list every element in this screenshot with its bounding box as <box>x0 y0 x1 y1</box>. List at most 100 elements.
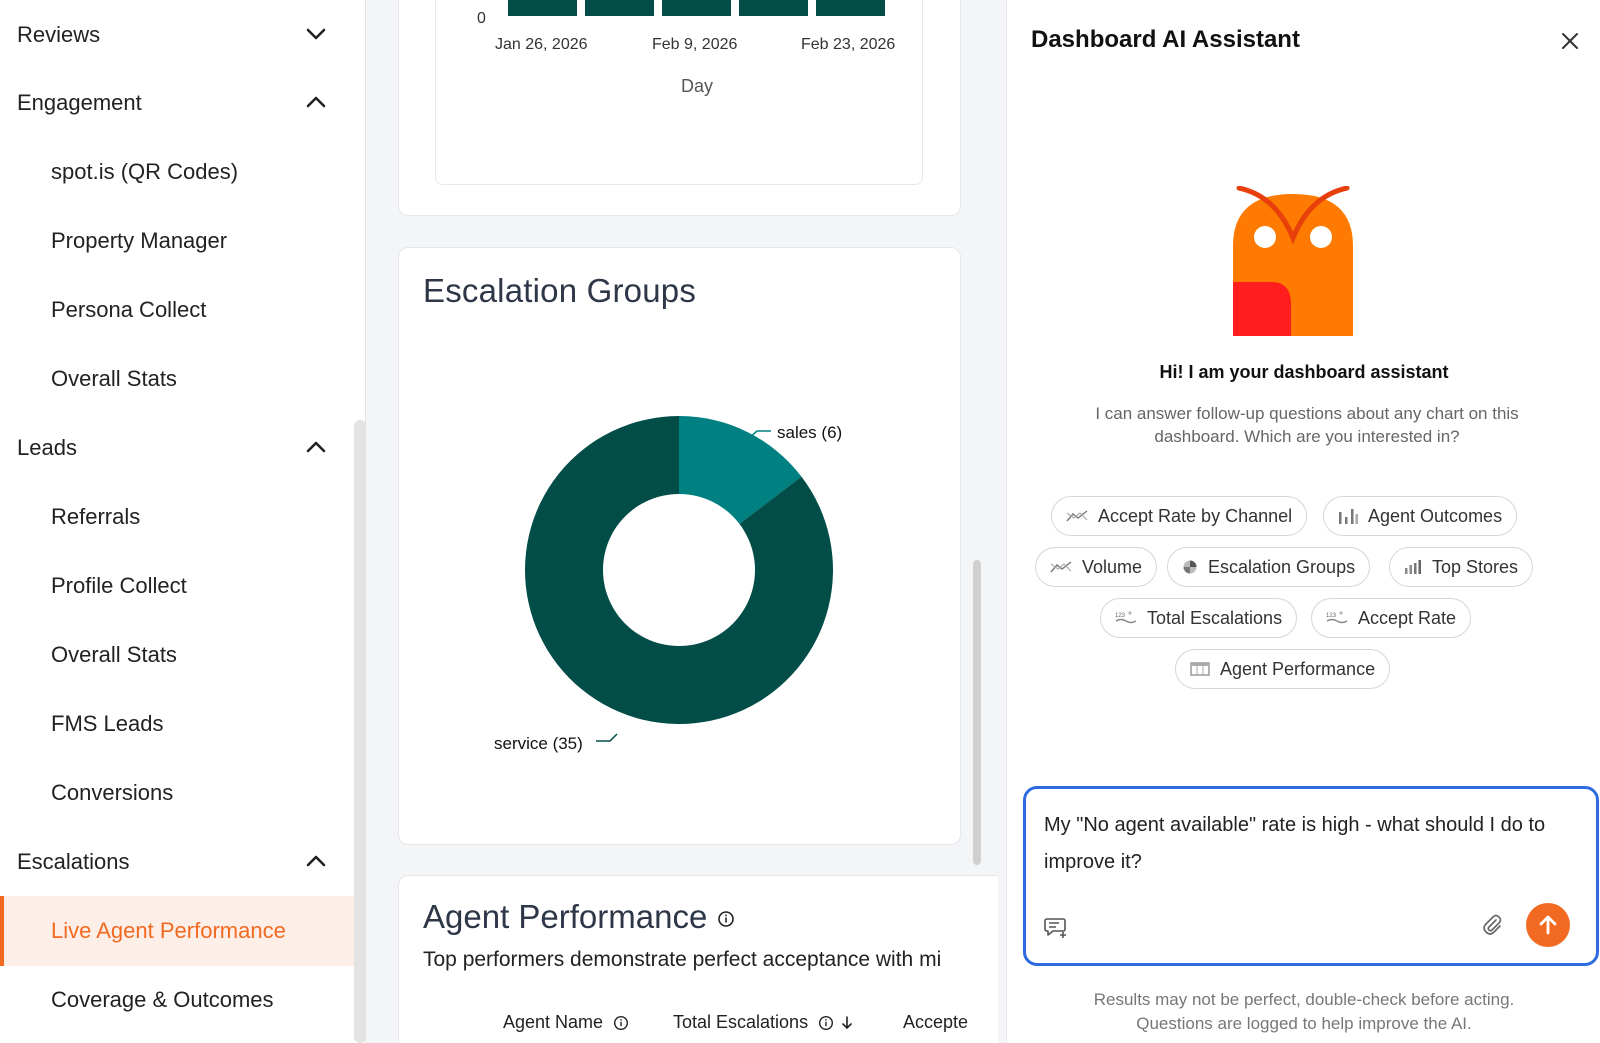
volume-chart-frame: 0 Jan 26, 2026 Feb 9, 2026 Feb 23, 2026 … <box>435 0 923 185</box>
number-icon: 123 <box>1326 611 1348 624</box>
sidebar-group-label: Engagement <box>17 90 142 115</box>
column-header-agent-name[interactable]: Agent Name <box>503 1012 629 1033</box>
assistant-description: I can answer follow-up questions about a… <box>1095 404 1519 446</box>
panel-title: Dashboard AI Assistant <box>1031 26 1300 53</box>
volume-bar[interactable] <box>585 0 654 16</box>
chat-input-box: My "No agent available" rate is high - w… <box>1023 786 1599 966</box>
chip-agent-performance[interactable]: Agent Performance <box>1175 649 1391 689</box>
disclaimer-line: Results may not be perfect, double-check… <box>1093 990 1515 1009</box>
sidebar-group-escalations[interactable]: Escalations <box>0 827 354 897</box>
slice-label-sales: sales (6) <box>777 423 842 442</box>
x-axis-label: Day <box>681 76 714 96</box>
column-header-label: Total Escalations <box>673 1012 809 1032</box>
x-tick-label: Jan 26, 2026 <box>495 36 588 53</box>
chevron-up-icon <box>306 441 326 453</box>
sidebar-item-label: Live Agent Performance <box>51 918 286 943</box>
ai-assistant-panel: Dashboard AI Assistant Hi! I am your das… <box>1006 0 1600 1043</box>
sidebar-item-referrals[interactable]: Referrals <box>0 482 354 552</box>
column-header-label: Agent Name <box>503 1012 604 1032</box>
info-icon[interactable] <box>717 910 735 928</box>
escalation-groups-donut: sales (6) service (35) <box>494 416 842 753</box>
assistant-greeting: Hi! I am your dashboard assistant <box>1159 362 1449 382</box>
escalation-groups-card: Escalation Groups sales (6) service (35) <box>398 247 961 845</box>
column-header-accepted[interactable]: Accepte <box>903 1012 968 1033</box>
assistant-mascot-icon <box>1233 186 1353 336</box>
info-icon[interactable] <box>613 1015 629 1031</box>
chip-label: Agent Performance <box>1220 658 1376 679</box>
sidebar-item-overall-stats-engagement[interactable]: Overall Stats <box>0 344 354 414</box>
svg-text:123: 123 <box>1326 613 1337 619</box>
sidebar-item-live-agent-performance[interactable]: Live Agent Performance <box>0 896 354 966</box>
new-chat-icon[interactable] <box>1044 917 1068 939</box>
bar-chart-icon <box>1405 560 1421 574</box>
chip-accept-rate[interactable]: 123 Accept Rate <box>1311 598 1472 638</box>
sidebar-item-conversions[interactable]: Conversions <box>0 758 354 828</box>
line-chart-icon <box>1050 561 1072 573</box>
send-button[interactable] <box>1526 903 1570 947</box>
sidebar-item-label: spot.is (QR Codes) <box>51 159 239 184</box>
sidebar-item-label: Persona Collect <box>51 297 207 322</box>
chip-total-escalations[interactable]: 123 Total Escalations <box>1100 598 1298 638</box>
main-content: 0 Jan 26, 2026 Feb 9, 2026 Feb 23, 2026 … <box>366 0 1006 1043</box>
chat-input[interactable]: My "No agent available" rate is high - w… <box>1044 807 1564 897</box>
chip-label: Top Stores <box>1432 556 1519 577</box>
column-header-total-escalations[interactable]: Total Escalations <box>673 1012 854 1033</box>
pie-chart-icon <box>1183 560 1197 574</box>
chip-top-stores[interactable]: Top Stores <box>1389 547 1534 587</box>
sidebar-item-label: Property Manager <box>51 228 228 253</box>
sidebar-item-spot-is[interactable]: spot.is (QR Codes) <box>0 137 354 207</box>
sidebar: Reviews Engagement spot.is (QR Codes) Pr… <box>0 0 366 1043</box>
chip-accept-rate-by-channel[interactable]: Accept Rate by Channel <box>1051 496 1308 536</box>
paperclip-icon[interactable] <box>1480 913 1504 937</box>
chevron-down-icon <box>306 28 326 40</box>
sidebar-item-profile-collect[interactable]: Profile Collect <box>0 551 354 621</box>
disclaimer: Results may not be perfect, double-check… <box>1007 988 1600 1036</box>
sidebar-item-label: Conversions <box>51 780 174 805</box>
volume-bar[interactable] <box>508 0 577 16</box>
volume-bar[interactable] <box>816 0 885 16</box>
chip-label: Total Escalations <box>1147 607 1283 628</box>
sidebar-item-label: FMS Leads <box>51 711 164 736</box>
main-scrollbar[interactable] <box>973 560 981 865</box>
sidebar-group-label: Reviews <box>17 22 101 47</box>
bar-chart-icon <box>1339 509 1358 524</box>
chip-volume[interactable]: Volume <box>1035 547 1158 587</box>
sidebar-group-reviews[interactable]: Reviews <box>0 0 354 70</box>
chevron-up-icon <box>306 855 326 867</box>
volume-chart-card: 0 Jan 26, 2026 Feb 9, 2026 Feb 23, 2026 … <box>398 0 961 216</box>
sidebar-item-property-manager[interactable]: Property Manager <box>0 206 354 276</box>
sidebar-scrollbar[interactable] <box>354 420 365 1043</box>
x-tick-label: Feb 23, 2026 <box>801 36 896 53</box>
sidebar-group-engagement[interactable]: Engagement <box>0 68 354 138</box>
x-tick-label: Feb 9, 2026 <box>652 36 738 53</box>
volume-bar[interactable] <box>739 0 808 16</box>
table-icon <box>1190 662 1210 676</box>
sidebar-item-label: Referrals <box>51 504 141 529</box>
chip-agent-outcomes[interactable]: Agent Outcomes <box>1323 496 1518 536</box>
sort-down-icon[interactable] <box>840 1015 854 1031</box>
disclaimer-line: Questions are logged to help improve the… <box>1136 1014 1472 1033</box>
sidebar-group-leads[interactable]: Leads <box>0 413 354 483</box>
sidebar-item-fms-leads[interactable]: FMS Leads <box>0 689 354 759</box>
close-icon[interactable] <box>1559 30 1581 52</box>
sidebar-item-coverage-outcomes[interactable]: Coverage & Outcomes <box>0 965 354 1035</box>
sidebar-item-label: Profile Collect <box>51 573 187 598</box>
svg-text:123: 123 <box>1115 613 1126 619</box>
chevron-up-icon <box>306 96 326 108</box>
arrow-up-icon <box>1539 915 1557 935</box>
service-leader-line <box>596 733 618 742</box>
column-header-label: Accepte <box>903 1012 969 1032</box>
chip-label: Accept Rate <box>1358 607 1457 628</box>
chip-label: Volume <box>1082 556 1143 577</box>
agent-performance-card: Agent Performance Top performers demonst… <box>398 875 998 1043</box>
sidebar-item-label: Overall Stats <box>51 642 177 667</box>
chip-escalation-groups[interactable]: Escalation Groups <box>1167 547 1371 587</box>
volume-bar[interactable] <box>662 0 731 16</box>
sidebar-item-label: Overall Stats <box>51 366 177 391</box>
sidebar-group-label: Escalations <box>17 849 130 874</box>
sidebar-item-persona-collect[interactable]: Persona Collect <box>0 275 354 345</box>
sidebar-group-label: Leads <box>17 435 77 460</box>
line-chart-icon <box>1066 510 1088 522</box>
sidebar-item-overall-stats-leads[interactable]: Overall Stats <box>0 620 354 690</box>
info-icon[interactable] <box>818 1015 834 1031</box>
